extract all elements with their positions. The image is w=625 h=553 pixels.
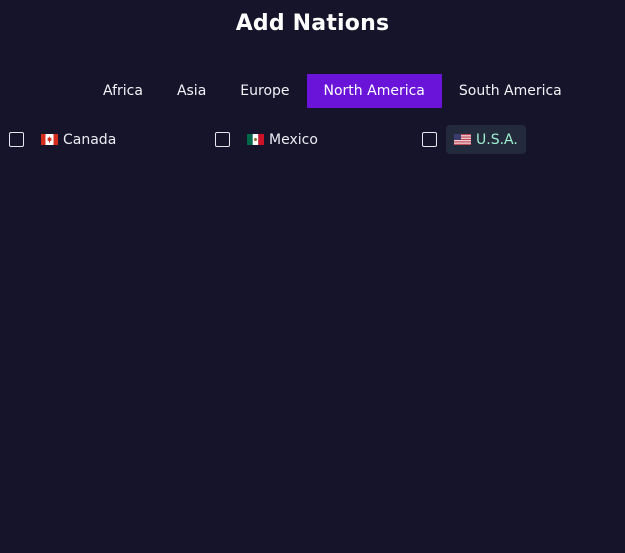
mexico-flag-icon	[247, 134, 264, 145]
nation-chip-usa[interactable]: U.S.A.	[446, 125, 526, 154]
nation-label-mexico: Mexico	[269, 131, 318, 148]
usa-flag-icon	[454, 134, 471, 145]
nation-item-mexico: Mexico	[215, 125, 326, 154]
nation-checkbox-canada[interactable]	[9, 132, 24, 147]
region-tabs: Africa Asia Europe North America South A…	[86, 74, 579, 108]
nation-label-usa: U.S.A.	[476, 131, 518, 148]
add-nations-page: Add Nations Africa Asia Europe North Ame…	[0, 0, 625, 553]
tab-north-america[interactable]: North America	[306, 74, 442, 108]
tab-europe[interactable]: Europe	[223, 74, 306, 108]
canada-flag-icon	[41, 134, 58, 145]
tab-africa[interactable]: Africa	[86, 74, 160, 108]
nation-item-usa: U.S.A.	[422, 125, 526, 154]
nation-checkbox-mexico[interactable]	[215, 132, 230, 147]
nation-chip-canada[interactable]: Canada	[33, 125, 124, 154]
nation-chip-mexico[interactable]: Mexico	[239, 125, 326, 154]
nation-item-canada: Canada	[9, 125, 124, 154]
nation-checkbox-usa[interactable]	[422, 132, 437, 147]
page-title: Add Nations	[235, 11, 390, 36]
tab-south-america[interactable]: South America	[442, 74, 579, 108]
tab-asia[interactable]: Asia	[160, 74, 223, 108]
nation-label-canada: Canada	[63, 131, 117, 148]
